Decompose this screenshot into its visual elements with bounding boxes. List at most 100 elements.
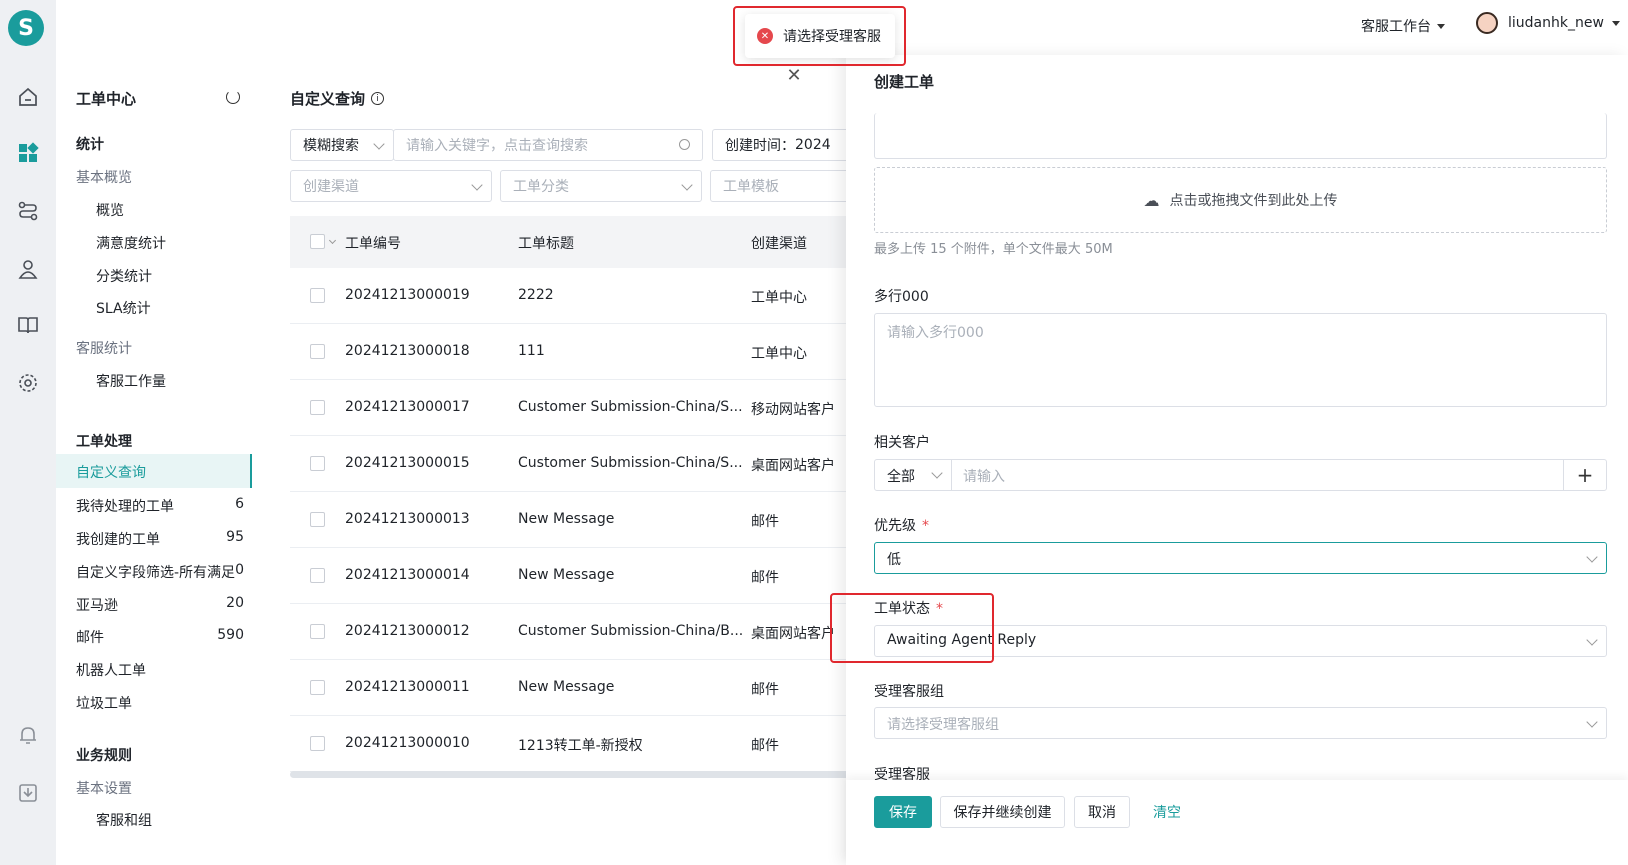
row-channel: 工单中心 bbox=[751, 290, 807, 306]
nav-item-amazon[interactable]: 亚马逊 bbox=[76, 595, 118, 615]
clear-button[interactable]: 清空 bbox=[1142, 796, 1192, 828]
created-time-filter[interactable]: 创建时间： 2024 bbox=[712, 129, 846, 161]
row-checkbox[interactable] bbox=[310, 680, 325, 695]
table-row[interactable]: 20241213000011 New Message 邮件 bbox=[290, 660, 846, 716]
nav-item-my-created[interactable]: 我创建的工单 bbox=[76, 529, 160, 549]
row-title[interactable]: New Message bbox=[518, 679, 614, 695]
workspace-switcher[interactable]: 客服工作台 bbox=[1361, 16, 1445, 36]
row-title[interactable]: 1213转工单-新授权 bbox=[518, 735, 643, 755]
nav-item-trash[interactable]: 垃圾工单 bbox=[76, 693, 132, 713]
row-id: 20241213000019 bbox=[345, 287, 470, 303]
row-title[interactable]: 111 bbox=[518, 343, 545, 359]
nav-item-custom-field[interactable]: 自定义字段筛选-所有满足 bbox=[76, 562, 246, 582]
row-title[interactable]: New Message bbox=[518, 567, 614, 583]
table-row[interactable]: 20241213000015 Customer Submission-China/… bbox=[290, 436, 846, 492]
nav-item-agent-workload[interactable]: 客服工作量 bbox=[96, 371, 166, 391]
table-row[interactable]: 20241213000012 Customer Submission-China/… bbox=[290, 604, 846, 660]
nav-item-my-pending[interactable]: 我待处理的工单 bbox=[76, 496, 174, 516]
horizontal-scrollbar[interactable] bbox=[290, 771, 846, 778]
row-title[interactable]: Customer Submission-China/S... bbox=[518, 455, 743, 471]
search-input[interactable]: 请输入关键字，点击查询搜索 bbox=[393, 129, 703, 161]
user-icon[interactable] bbox=[13, 254, 43, 284]
group-label: 受理客服组 bbox=[874, 684, 944, 700]
download-icon[interactable] bbox=[13, 778, 43, 808]
row-title[interactable]: New Message bbox=[518, 511, 614, 527]
table-row[interactable]: 20241213000010 1213转工单-新授权 邮件 bbox=[290, 716, 846, 772]
chevron-down-icon[interactable] bbox=[328, 236, 337, 245]
nav-group-agent-stats[interactable]: 客服统计 bbox=[76, 338, 132, 358]
nav-item-overview[interactable]: 概览 bbox=[96, 200, 124, 220]
table-row[interactable]: 20241213000014 New Message 邮件 bbox=[290, 548, 846, 604]
nav-item-sla[interactable]: SLA统计 bbox=[96, 298, 151, 318]
info-icon[interactable]: i bbox=[371, 92, 385, 105]
nav-item-category[interactable]: 分类统计 bbox=[96, 266, 152, 286]
table-row[interactable]: 20241213000017 Customer Submission-China/… bbox=[290, 380, 846, 436]
row-checkbox[interactable] bbox=[310, 736, 325, 751]
search-icon[interactable] bbox=[679, 139, 690, 150]
template-filter[interactable]: 工单模板 bbox=[710, 170, 846, 202]
nav-group-basic-overview[interactable]: 基本概览 bbox=[76, 167, 132, 187]
bell-icon[interactable] bbox=[13, 720, 43, 750]
nav-item-custom-query[interactable]: 自定义查询 bbox=[56, 454, 252, 488]
previous-field-bottom[interactable] bbox=[874, 113, 1607, 159]
row-title[interactable]: Customer Submission-China/S... bbox=[518, 399, 743, 415]
settings-icon[interactable] bbox=[13, 368, 43, 398]
channel-filter[interactable]: 创建渠道 bbox=[290, 170, 492, 202]
route-icon[interactable] bbox=[13, 196, 43, 226]
channel-filter-placeholder: 创建渠道 bbox=[303, 179, 359, 195]
nav-item-label: 自定义查询 bbox=[76, 465, 146, 481]
row-checkbox[interactable] bbox=[310, 568, 325, 583]
select-all-checkbox[interactable] bbox=[310, 234, 325, 249]
row-channel: 移动网站客户 bbox=[751, 402, 835, 418]
row-checkbox[interactable] bbox=[310, 288, 325, 303]
chevron-down-icon bbox=[1586, 716, 1598, 728]
avatar bbox=[1476, 12, 1498, 34]
user-menu[interactable]: liudanhk_new bbox=[1476, 12, 1620, 34]
multiline-label: 多行000 bbox=[874, 289, 929, 305]
nav-count-amazon: 20 bbox=[226, 595, 244, 611]
row-title[interactable]: Customer Submission-China/B... bbox=[518, 623, 743, 639]
row-checkbox[interactable] bbox=[310, 456, 325, 471]
save-button[interactable]: 保存 bbox=[874, 796, 932, 828]
table-row[interactable]: 20241213000013 New Message 邮件 bbox=[290, 492, 846, 548]
customer-scope-select[interactable]: 全部 bbox=[875, 460, 952, 490]
upload-dropzone[interactable]: ☁ 点击或拖拽文件到此处上传 bbox=[874, 167, 1607, 233]
multiline-textarea[interactable]: 请输入多行000 bbox=[874, 313, 1607, 407]
table-header: 工单编号 工单标题 创建渠道 bbox=[290, 216, 846, 268]
add-customer-button[interactable]: + bbox=[1563, 460, 1606, 490]
row-checkbox[interactable] bbox=[310, 400, 325, 415]
nav-group-basic-settings[interactable]: 基本设置 bbox=[76, 778, 132, 798]
search-mode-select[interactable]: 模糊搜索 bbox=[290, 129, 394, 161]
row-id: 20241213000013 bbox=[345, 511, 470, 527]
row-title[interactable]: 2222 bbox=[518, 287, 554, 303]
refresh-icon[interactable] bbox=[226, 90, 240, 104]
book-icon[interactable] bbox=[13, 310, 43, 340]
nav-item-satisfaction[interactable]: 满意度统计 bbox=[96, 233, 166, 253]
nav-item-agents-groups[interactable]: 客服和组 bbox=[96, 810, 152, 830]
nav-item-mail[interactable]: 邮件 bbox=[76, 627, 104, 647]
column-id: 工单编号 bbox=[345, 236, 401, 252]
caret-down-icon bbox=[1437, 23, 1445, 29]
nav-item-robot[interactable]: 机器人工单 bbox=[76, 660, 146, 680]
row-checkbox[interactable] bbox=[310, 512, 325, 527]
table-row[interactable]: 20241213000019 2222 工单中心 bbox=[290, 268, 846, 324]
category-filter[interactable]: 工单分类 bbox=[500, 170, 702, 202]
row-checkbox[interactable] bbox=[310, 344, 325, 359]
cancel-button[interactable]: 取消 bbox=[1074, 796, 1130, 828]
upload-hint: 最多上传 15 个附件，单个文件最大 50M bbox=[874, 242, 1113, 257]
row-checkbox[interactable] bbox=[310, 624, 325, 639]
created-time-value: 2024 bbox=[795, 137, 831, 153]
dashboard-icon[interactable] bbox=[13, 138, 43, 168]
column-title: 工单标题 bbox=[518, 236, 574, 252]
table-row[interactable]: 20241213000018 111 工单中心 bbox=[290, 324, 846, 380]
app-logo[interactable]: S bbox=[8, 10, 44, 46]
home-icon[interactable] bbox=[13, 82, 43, 112]
save-continue-button[interactable]: 保存并继续创建 bbox=[940, 796, 1065, 828]
highlight-box-toast bbox=[733, 6, 906, 66]
page-title: 自定义查询 bbox=[290, 90, 366, 108]
priority-select[interactable]: 低 bbox=[874, 542, 1607, 574]
category-filter-placeholder: 工单分类 bbox=[513, 179, 569, 195]
row-channel: 工单中心 bbox=[751, 346, 807, 362]
customer-search-input[interactable]: 请输入 bbox=[963, 466, 1005, 486]
group-select[interactable]: 请选择受理客服组 bbox=[874, 707, 1607, 739]
